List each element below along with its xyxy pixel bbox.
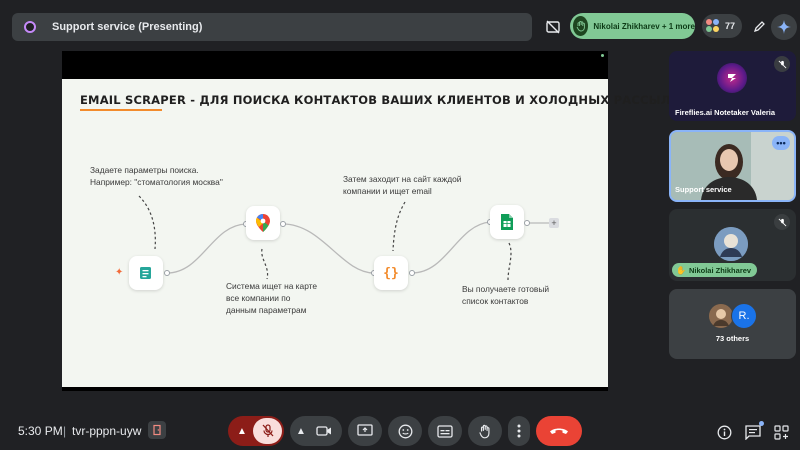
participant-count: 77 [725, 21, 736, 31]
meeting-details-button[interactable] [712, 420, 736, 444]
mic-off-button[interactable] [253, 418, 282, 444]
participants-button[interactable]: 77 [702, 14, 742, 38]
avatar-initial: R. [731, 303, 757, 329]
form-icon [140, 267, 151, 279]
node3-port-out [409, 270, 415, 276]
raised-hand-badge: ✋ Nikolai Zhikharev [672, 263, 758, 277]
mic-off-icon [774, 56, 790, 72]
fireflies-logo-icon [717, 63, 747, 93]
step2-line-1: Система ищет на карте [226, 281, 318, 291]
present-screen-icon [357, 424, 373, 436]
spreadsheet-icon [501, 214, 513, 230]
google-maps-node [246, 206, 280, 240]
more-vert-icon [517, 424, 521, 438]
node1-port [164, 270, 170, 276]
step3-line-1: Затем заходит на сайт каждой [343, 174, 462, 184]
step3-text: Затем заходит на сайт каждой компании и … [343, 173, 461, 197]
chat-button[interactable] [741, 420, 765, 444]
activities-button[interactable] [769, 420, 793, 444]
step2-line-3: данным параметрам [226, 305, 307, 315]
emoji-icon [398, 424, 412, 438]
step3-line-2: компании и ищет email [343, 186, 432, 196]
mic-off-icon [774, 214, 790, 230]
step4-line-2: список контактов [462, 296, 529, 306]
step4-line-1: Вы получаете готовый [462, 284, 550, 294]
pen-icon[interactable] [747, 15, 771, 39]
form-trigger-node [129, 256, 163, 290]
add-node-icon: + [549, 218, 559, 228]
end-call-icon [550, 428, 568, 434]
participant-tile-support[interactable]: ••• Support service [669, 130, 796, 202]
participants-icon [706, 19, 720, 33]
presenting-indicator-icon [24, 21, 36, 33]
participant-tile-nikolai[interactable]: ✋ Nikolai Zhikharev [669, 209, 796, 281]
camera-control-group[interactable]: ▲ [290, 416, 342, 446]
flow-connectors [138, 195, 549, 281]
tile-name: Fireflies.ai Notetaker Valeria [675, 108, 776, 117]
step1-line-2: Например: "стоматология москва" [90, 177, 223, 187]
raise-hand-button[interactable] [468, 416, 502, 446]
separator: | [63, 424, 67, 438]
sparkle-icon [777, 20, 791, 34]
gemini-button[interactable] [771, 14, 797, 40]
raised-hand-text: Nikolai Zhikharev + 1 more [593, 21, 695, 31]
participant-tile-fireflies[interactable]: Fireflies.ai Notetaker Valeria [669, 51, 796, 121]
meeting-title: Support service (Presenting) [52, 21, 203, 33]
captions-icon [437, 424, 453, 438]
clock: 5:30 PM [18, 424, 63, 438]
meeting-code: tvr-pppn-uyw [72, 424, 142, 438]
step1-text: Задаете параметры поиска. Например: "сто… [90, 164, 223, 188]
raised-hand-icon [573, 16, 589, 36]
raised-hand-icon: ✋ [676, 265, 686, 275]
apps-grid-icon [773, 424, 789, 440]
step2-line-2: все компании по [226, 293, 291, 303]
tile-name: Nikolai Zhikharev [688, 265, 752, 275]
info-icon [717, 425, 731, 439]
tile-name: Support service [675, 185, 732, 194]
more-options-icon[interactable]: ••• [772, 136, 790, 150]
google-sheets-node [490, 205, 524, 239]
node4-port-out [524, 220, 530, 226]
trigger-star-icon: ✦ [115, 267, 124, 278]
captions-button[interactable] [428, 416, 462, 446]
node2-port-out [280, 221, 286, 227]
step2-text: Система ищет на карте все компании по да… [226, 280, 317, 316]
meeting-title-bar[interactable]: Support service (Presenting) [12, 13, 532, 41]
chevron-up-icon[interactable]: ▲ [234, 426, 250, 437]
mic-off-icon [262, 424, 273, 437]
avatar [714, 227, 748, 261]
notification-dot [759, 421, 764, 426]
code-node: {} [374, 256, 408, 290]
chevron-up-icon[interactable]: ▲ [296, 426, 306, 437]
camera-off-icon[interactable] [541, 15, 565, 39]
mic-control-group[interactable]: ▲ [228, 416, 284, 446]
camera-icon[interactable] [316, 425, 332, 437]
door-icon[interactable] [148, 421, 166, 439]
raised-hand-pill[interactable]: Nikolai Zhikharev + 1 more [570, 13, 695, 39]
hand-icon [479, 424, 490, 438]
map-pin-icon [256, 214, 270, 232]
presentation-slide: EMAIL SCRAPER - ДЛЯ ПОИСКА КОНТАКТОВ ВАШ… [62, 79, 690, 387]
step4-text: Вы получаете готовый список контактов [462, 283, 549, 307]
tile-name: 73 others [715, 334, 750, 343]
chat-icon [745, 424, 761, 440]
leave-call-button[interactable] [536, 416, 582, 446]
participant-tile-others[interactable]: R. 73 others [669, 289, 796, 359]
reactions-button[interactable] [388, 416, 422, 446]
step1-line-1: Задаете параметры поиска. [90, 165, 199, 175]
stage-indicator [601, 54, 604, 57]
present-button[interactable] [348, 416, 382, 446]
more-options-button[interactable] [508, 416, 530, 446]
